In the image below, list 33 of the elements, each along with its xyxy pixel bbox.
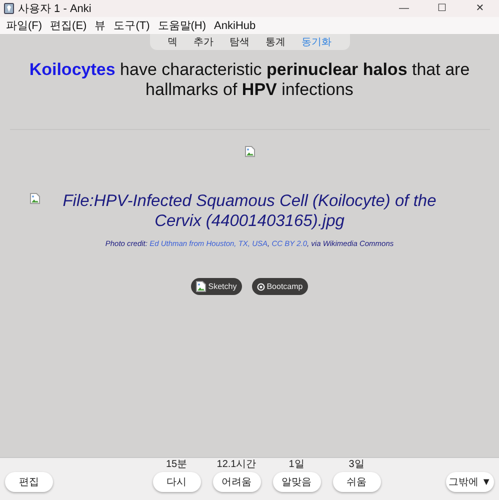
close-button[interactable]: ✕ — [461, 3, 499, 14]
card-headline: Koilocytes have characteristic perinuclear halos that are hallmarks of HPV infections — [28, 60, 471, 100]
interval-label: 12.1시간 — [216, 459, 256, 470]
broken-image-icon — [244, 146, 254, 157]
menu-item[interactable]: 파일(F) — [2, 18, 46, 33]
toolbar-tab[interactable]: 추가 — [186, 35, 222, 49]
window-title: 사용자 1 - Anki — [18, 2, 92, 16]
menu-item[interactable]: 편집(E) — [46, 18, 91, 33]
image-caption: File:HPV-Infected Squamous Cell (Koilocyte) of the Cervix (44001403165).jpg — [62, 191, 438, 231]
app-icon — [4, 3, 14, 14]
maximize-button[interactable]: ☐ — [423, 3, 461, 14]
link-button[interactable]: Bootcamp — [252, 278, 308, 295]
answer-button[interactable]: 알맞음 — [272, 472, 320, 492]
toolbar-tab[interactable]: 통계 — [258, 35, 294, 49]
answer-button[interactable]: 다시 — [152, 472, 200, 492]
circle-icon — [256, 282, 265, 290]
answer-button[interactable]: 쉬움 — [332, 472, 380, 492]
menu-item[interactable]: 도움말(H) — [154, 18, 210, 33]
interval-label: 15분 — [166, 459, 188, 470]
broken-image-icon — [196, 281, 206, 292]
answer-button[interactable]: 어려움 — [212, 472, 260, 492]
edit-button[interactable]: 편집 — [5, 472, 53, 492]
minimize-button[interactable]: — — [385, 3, 423, 14]
toolbar-tab[interactable]: 덱 — [160, 35, 186, 49]
menu-item[interactable]: AnkiHub — [210, 20, 260, 32]
toolbar-tab[interactable]: 탐색 — [222, 35, 258, 49]
menu-item[interactable]: 도구(T) — [110, 18, 154, 33]
link-button[interactable]: Sketchy — [191, 278, 242, 295]
more-button[interactable]: 그밖에 ▼ — [446, 472, 494, 492]
broken-image-icon — [30, 193, 40, 204]
menu-item[interactable]: 뷰 — [90, 18, 110, 33]
interval-label: 1일 — [288, 459, 304, 470]
interval-label: 3일 — [348, 459, 364, 470]
